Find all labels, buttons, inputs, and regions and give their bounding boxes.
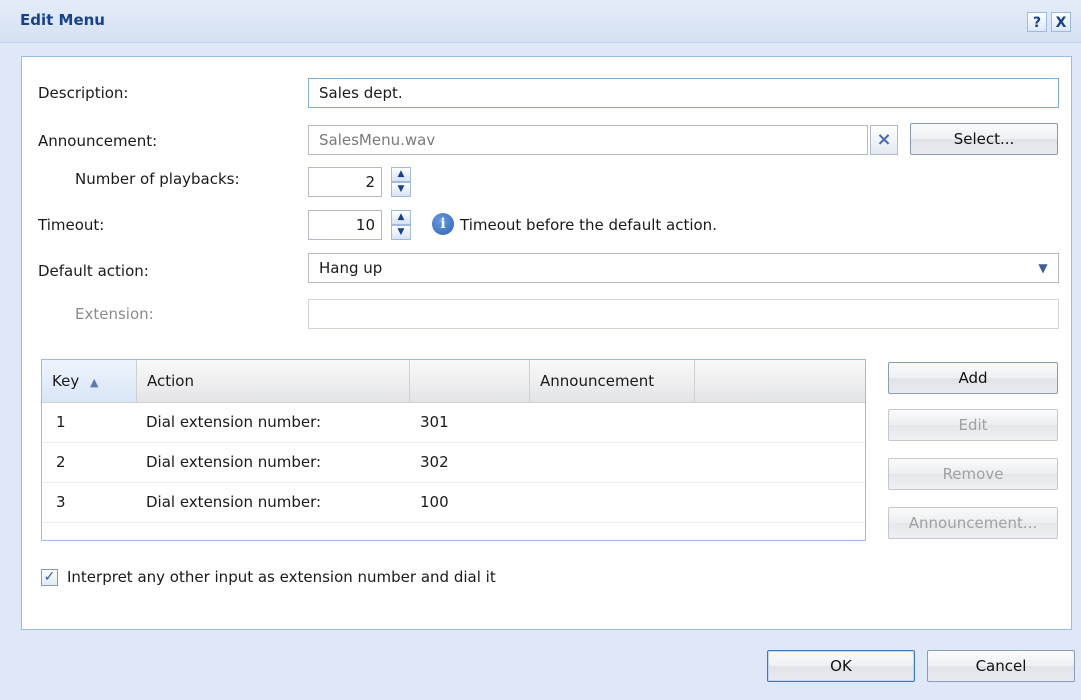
timeout-stepper[interactable]: ▲ ▼ [391,210,411,240]
stepper-up-icon[interactable]: ▲ [391,210,411,225]
cell-key: 1 [56,413,66,431]
ok-button[interactable]: OK [767,650,915,682]
column-header-action[interactable]: Action [137,360,410,402]
timeout-input[interactable]: 10 [308,210,382,240]
interpret-input-label: Interpret any other input as extension n… [67,568,496,586]
extension-label: Extension: [75,305,154,323]
remove-button[interactable]: Remove [888,458,1058,490]
cell-action: Dial extension number: [146,413,322,431]
dialog-title: Edit Menu [20,11,105,29]
description-label: Description: [38,84,129,102]
form-panel: Description: Sales dept. Announcement: S… [21,56,1072,630]
cell-target: 100 [420,493,449,511]
table-row[interactable]: 3 Dial extension number: 100 [42,483,865,523]
announcement-file-input[interactable]: SalesMenu.wav [308,125,868,155]
interpret-input-checkbox[interactable]: ✓ [41,569,58,586]
default-action-select[interactable]: Hang up [308,253,1059,283]
cell-target: 301 [420,413,449,431]
default-action-value: Hang up [319,259,383,277]
column-header-key[interactable]: Key ▲ [42,360,137,402]
edit-menu-dialog: Edit Menu ? X Description: Sales dept. A… [0,0,1081,700]
cell-target: 302 [420,453,449,471]
stepper-up-icon[interactable]: ▲ [391,167,411,182]
cell-action: Dial extension number: [146,493,322,511]
cancel-button[interactable]: Cancel [927,650,1075,682]
stepper-down-icon[interactable]: ▼ [391,225,411,240]
announcement-button[interactable]: Announcement... [888,507,1058,539]
description-input[interactable]: Sales dept. [308,78,1059,108]
info-icon: i [432,213,454,235]
default-action-label: Default action: [38,262,149,280]
table-row[interactable]: 2 Dial extension number: 302 [42,443,865,483]
menu-keys-table[interactable]: Key ▲ Action Announcement 1 Dial extensi… [41,359,866,541]
column-header-empty [695,360,865,402]
playbacks-stepper[interactable]: ▲ ▼ [391,167,411,197]
title-bar[interactable]: Edit Menu ? X [0,0,1081,43]
cell-key: 3 [56,493,66,511]
cell-action: Dial extension number: [146,453,322,471]
clear-announcement-icon[interactable]: × [870,125,898,155]
column-header-target[interactable] [410,360,530,402]
announcement-label: Announcement: [38,132,158,150]
timeout-info-text: Timeout before the default action. [460,216,717,234]
sort-ascending-icon: ▲ [89,376,99,389]
table-row[interactable]: 1 Dial extension number: 301 [42,403,865,443]
cell-key: 2 [56,453,66,471]
column-header-announcement[interactable]: Announcement [530,360,695,402]
add-button[interactable]: Add [888,362,1058,394]
close-icon[interactable]: X [1051,12,1071,32]
playbacks-input[interactable]: 2 [308,167,382,197]
help-icon[interactable]: ? [1027,12,1047,32]
stepper-down-icon[interactable]: ▼ [391,182,411,197]
chevron-down-icon[interactable]: ▼ [1028,254,1058,282]
timeout-label: Timeout: [38,216,105,234]
edit-button[interactable]: Edit [888,409,1058,441]
select-announcement-button[interactable]: Select... [910,123,1058,155]
playbacks-label: Number of playbacks: [75,170,240,188]
table-header: Key ▲ Action Announcement [42,360,865,403]
extension-input[interactable] [308,299,1059,329]
